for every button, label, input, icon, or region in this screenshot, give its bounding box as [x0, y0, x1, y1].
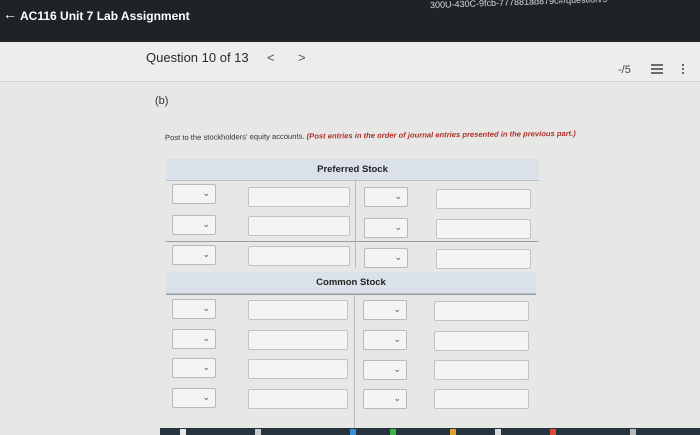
back-arrow-icon[interactable]: ←	[3, 6, 17, 22]
chevron-down-icon: ⌄	[202, 333, 210, 343]
common-credit-amount-3[interactable]	[434, 360, 529, 380]
common-credit-account-select-4[interactable]: ⌄	[363, 389, 407, 409]
chevron-down-icon: ⌄	[202, 188, 210, 198]
app-icon[interactable]	[180, 429, 186, 435]
t-account-divider	[355, 181, 356, 268]
app-icon[interactable]	[350, 429, 356, 435]
chevron-down-icon: ⌄	[393, 364, 401, 374]
os-taskbar	[160, 428, 700, 435]
chevron-down-icon: ⌄	[393, 304, 401, 314]
app-icon[interactable]	[255, 429, 261, 435]
common-debit-account-select-3[interactable]: ⌄	[172, 358, 216, 378]
chevron-down-icon: ⌄	[202, 362, 210, 372]
question-counter: Question 10 of 13	[146, 50, 249, 65]
chevron-down-icon: ⌄	[394, 252, 402, 262]
preferred-debit-account-select-1[interactable]: ⌄	[172, 184, 216, 204]
app-icon[interactable]	[550, 429, 556, 435]
common-debit-amount-1[interactable]	[248, 300, 348, 320]
common-credit-account-select-3[interactable]: ⌄	[363, 360, 407, 380]
ledger-header-preferred-stock: Preferred Stock	[166, 159, 539, 181]
chevron-down-icon: ⌄	[202, 249, 210, 259]
part-label: (b)	[155, 95, 169, 107]
t-account-rule	[166, 241, 538, 242]
preferred-debit-balance-amount[interactable]	[248, 246, 350, 266]
chevron-down-icon: ⌄	[202, 303, 210, 313]
previous-question-button[interactable]: <	[267, 50, 275, 65]
common-debit-amount-2[interactable]	[248, 330, 348, 350]
assignment-title: AC116 Unit 7 Lab Assignment	[20, 9, 190, 23]
preferred-debit-amount-2[interactable]	[248, 216, 350, 236]
next-question-button[interactable]: >	[298, 50, 306, 65]
preferred-credit-account-select-1[interactable]: ⌄	[364, 187, 408, 207]
preferred-credit-balance-select[interactable]: ⌄	[364, 248, 408, 268]
preferred-debit-balance-select[interactable]: ⌄	[172, 245, 216, 265]
chevron-down-icon: ⌄	[394, 222, 402, 232]
ledger-header-common-stock: Common Stock	[166, 272, 536, 294]
more-vertical-icon[interactable]	[682, 64, 685, 75]
common-debit-account-select-2[interactable]: ⌄	[172, 329, 216, 349]
chevron-down-icon: ⌄	[202, 392, 210, 402]
t-account-rule	[166, 294, 536, 295]
common-credit-amount-1[interactable]	[434, 301, 529, 321]
common-credit-amount-4[interactable]	[434, 389, 529, 409]
app-icon[interactable]	[450, 429, 456, 435]
app-icon[interactable]	[630, 429, 636, 435]
url-fragment: 300U-430C-9fcb-777881ad879c#/question/9	[429, 0, 608, 11]
app-icon[interactable]	[495, 429, 501, 435]
t-account-divider	[354, 295, 355, 430]
preferred-debit-account-select-2[interactable]: ⌄	[172, 215, 216, 235]
common-debit-account-select-1[interactable]: ⌄	[172, 299, 216, 319]
common-debit-amount-4[interactable]	[248, 389, 348, 409]
preferred-credit-amount-1[interactable]	[436, 189, 531, 209]
preferred-credit-account-select-2[interactable]: ⌄	[364, 218, 408, 238]
question-navigation-bar: Question 10 of 13 < > -/5	[0, 42, 700, 82]
preferred-credit-amount-2[interactable]	[436, 219, 531, 239]
common-credit-account-select-2[interactable]: ⌄	[363, 330, 407, 350]
preferred-credit-balance-amount[interactable]	[436, 249, 531, 269]
question-score: -/5	[618, 64, 631, 76]
list-icon[interactable]	[651, 64, 663, 74]
chevron-down-icon: ⌄	[393, 393, 401, 403]
preferred-debit-amount-1[interactable]	[248, 187, 350, 207]
chevron-down-icon: ⌄	[394, 191, 402, 201]
chevron-down-icon: ⌄	[393, 334, 401, 344]
chevron-down-icon: ⌄	[202, 219, 210, 229]
app-icon[interactable]	[390, 429, 396, 435]
instruction-text: Post to the stockholders' equity account…	[164, 131, 305, 143]
common-debit-account-select-4[interactable]: ⌄	[172, 388, 216, 408]
common-debit-amount-3[interactable]	[248, 359, 348, 379]
common-credit-account-select-1[interactable]: ⌄	[363, 300, 407, 320]
common-credit-amount-2[interactable]	[434, 331, 529, 351]
